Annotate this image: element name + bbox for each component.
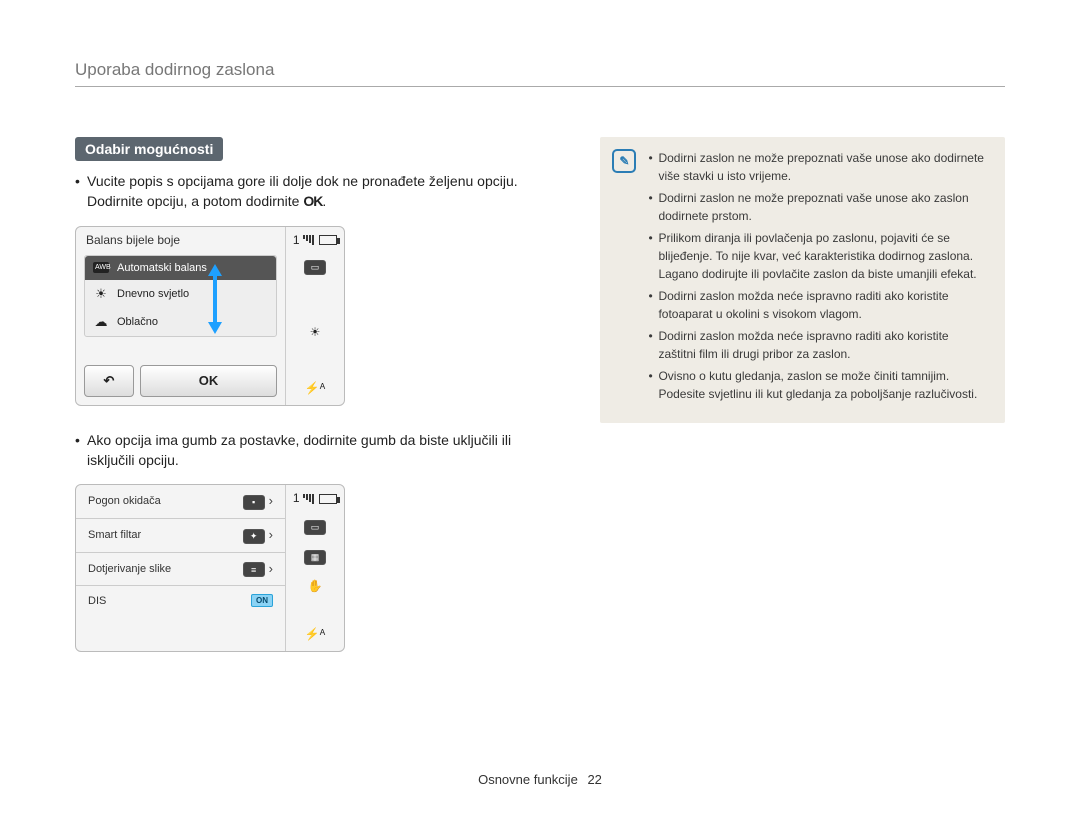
footer-page-number: 22 (587, 772, 601, 787)
drive-single-icon: ▪ (243, 495, 265, 510)
flash-icon: ⚡ᴬ (305, 627, 325, 641)
info-item: Dodirni zaslon možda neće ispravno radit… (648, 327, 989, 363)
settings-row-value: ▪› (243, 493, 273, 510)
camera-screen-mock-2: Pogon okidača ▪› Smart filtar ✦› Dotjeri… (75, 484, 345, 652)
signal-icon (303, 494, 314, 504)
awb-icon: AWB (93, 262, 109, 273)
battery-icon (319, 235, 337, 245)
hand-icon: ✋ (308, 579, 323, 593)
footer-label: Osnovne funkcije (478, 772, 578, 787)
page-footer: Osnovne funkcije 22 (0, 772, 1080, 787)
signal-icon (303, 235, 314, 245)
battery-icon (319, 494, 337, 504)
mock1-list: AWB Automatski balans ☀ Dnevno svjetlo ☁… (84, 255, 277, 337)
list-item[interactable]: ☀ Dnevno svjetlo (85, 280, 276, 308)
ok-label: OK (199, 373, 219, 388)
list-item-label: Automatski balans (117, 262, 207, 274)
bullet-icon: • (75, 171, 80, 191)
mock1-left: Balans bijele boje AWB Automatski balans… (76, 227, 286, 405)
shot-count-row: 1 (293, 233, 337, 247)
on-toggle[interactable]: ON (251, 594, 273, 607)
shot-count-row: 1 (293, 491, 337, 505)
list-item[interactable]: ☁ Oblačno (85, 308, 276, 336)
bullet-icon: • (75, 430, 80, 450)
wb-icon: ☀ (310, 325, 321, 339)
info-item: Prilikom diranja ili povlačenja po zaslo… (648, 229, 989, 283)
info-item: Dodirni zaslon možda neće ispravno radit… (648, 287, 989, 323)
page-title: Uporaba dodirnog zaslona (75, 60, 1005, 87)
section-pill: Odabir mogućnosti (75, 137, 223, 161)
scroll-indicator (204, 264, 226, 334)
chevron-right-icon: › (269, 561, 273, 576)
paragraph-1-post: . (322, 193, 326, 209)
adjust-icon: ≡ (243, 562, 265, 577)
back-button[interactable]: ↶ (84, 365, 134, 397)
ok-glyph: OK (303, 193, 322, 209)
mock1-sidebar: 1 ▭ ☀ ⚡ᴬ (286, 227, 344, 405)
paragraph-2: • Ako opcija ima gumb za postavke, dodir… (75, 430, 545, 471)
mock1-title: Balans bijele boje (76, 227, 285, 251)
chevron-right-icon: › (269, 527, 273, 542)
ok-button[interactable]: OK (140, 365, 277, 397)
settings-row-value: ≡› (243, 561, 273, 578)
mock1-button-row: ↶ OK (84, 365, 277, 397)
settings-row-label: Pogon okidača (88, 495, 161, 507)
right-column: ✎ Dodirni zaslon ne može prepoznati vaše… (600, 137, 1005, 652)
paragraph-1: • Vucite popis s opcijama gore ili dolje… (75, 171, 545, 212)
settings-row[interactable]: Pogon okidača ▪› (76, 485, 285, 519)
settings-row[interactable]: DIS ON (76, 586, 285, 615)
settings-row-label: DIS (88, 595, 106, 607)
resolution-icon: ▭ (304, 519, 326, 535)
paragraph-2-text: Ako opcija ima gumb za postavke, dodirni… (87, 432, 511, 468)
shot-count: 1 (293, 233, 300, 247)
settings-row[interactable]: Dotjerivanje slike ≡› (76, 553, 285, 587)
info-item: Ovisno o kutu gledanja, zaslon se može č… (648, 367, 989, 403)
back-icon: ↶ (104, 373, 115, 389)
page: Uporaba dodirnog zaslona Odabir mogućnos… (0, 0, 1080, 815)
info-item: Dodirni zaslon ne može prepoznati vaše u… (648, 149, 989, 185)
camera-screen-mock-1: Balans bijele boje AWB Automatski balans… (75, 226, 345, 406)
cloud-icon: ☁ (93, 314, 109, 330)
flash-icon: ⚡ᴬ (305, 381, 325, 395)
settings-row-label: Smart filtar (88, 529, 141, 541)
chevron-right-icon: › (269, 493, 273, 508)
list-item-label: Dnevno svjetlo (117, 288, 189, 300)
info-item: Dodirni zaslon ne može prepoznati vaše u… (648, 189, 989, 225)
list-item-label: Oblačno (117, 316, 158, 328)
info-box: ✎ Dodirni zaslon ne može prepoznati vaše… (600, 137, 1005, 423)
filter-icon: ✦ (243, 529, 265, 544)
list-item[interactable]: AWB Automatski balans (85, 256, 276, 280)
settings-row[interactable]: Smart filtar ✦› (76, 519, 285, 553)
settings-row-label: Dotjerivanje slike (88, 563, 171, 575)
sun-icon: ☀ (93, 286, 109, 302)
info-list: Dodirni zaslon ne može prepoznati vaše u… (648, 149, 989, 407)
left-column: Odabir mogućnosti • Vucite popis s opcij… (75, 137, 545, 652)
content-columns: Odabir mogućnosti • Vucite popis s opcij… (75, 137, 1005, 652)
mock2-sidebar: 1 ▭ ▦ ✋ ⚡ᴬ (286, 485, 344, 651)
shot-count: 1 (293, 491, 300, 505)
settings-row-value: ✦› (243, 527, 273, 544)
quality-icon: ▦ (304, 549, 326, 565)
resolution-icon: ▭ (304, 259, 326, 275)
info-icon: ✎ (612, 149, 636, 173)
mock2-left: Pogon okidača ▪› Smart filtar ✦› Dotjeri… (76, 485, 286, 651)
